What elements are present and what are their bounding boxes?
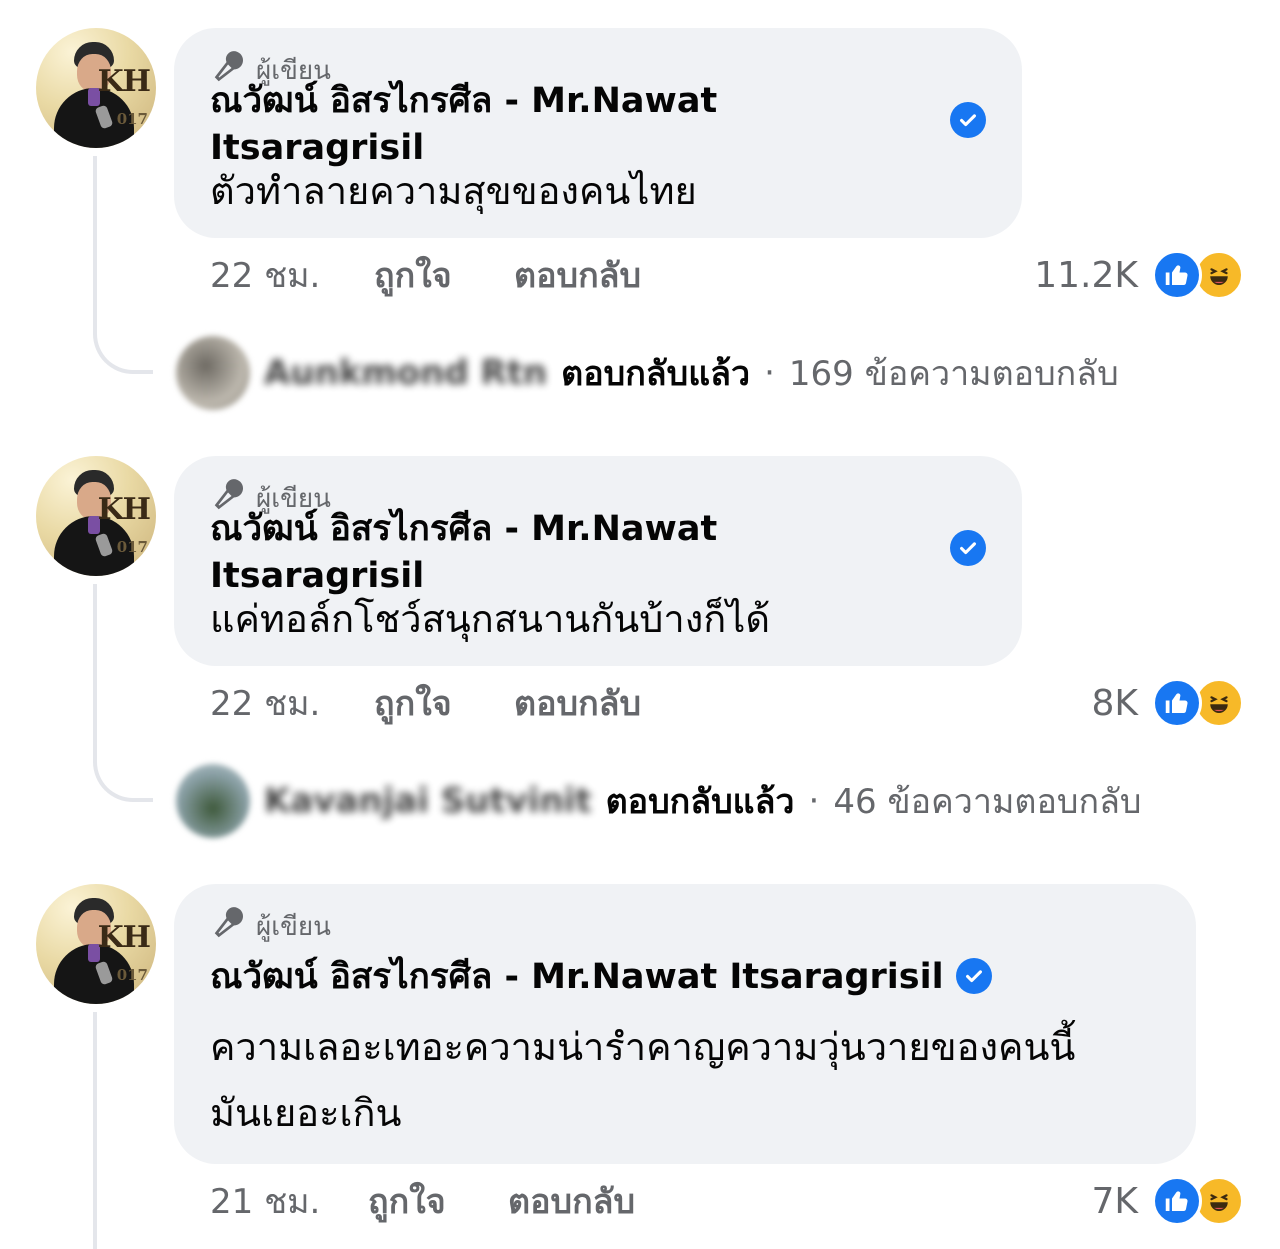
verified-badge-icon	[950, 530, 986, 566]
reply-author-name: Kavanjai Sutvinit	[264, 781, 592, 821]
reply-button[interactable]: ตอบกลับ	[508, 1174, 635, 1228]
avatar[interactable]: KH 017	[36, 28, 156, 148]
avatar-text: KH	[97, 64, 151, 99]
thread-curve	[93, 742, 153, 802]
avatar-year: 017	[116, 966, 148, 984]
reply-avatar	[176, 336, 250, 410]
author-name[interactable]: ณวัฒน์ อิสรไกรศีล - Mr.Nawat Itsaragrisi…	[210, 501, 938, 596]
verified-badge-icon	[955, 958, 992, 994]
reaction-count[interactable]: 8K	[1091, 683, 1138, 724]
avatar-year: 017	[116, 110, 148, 128]
comment-actions: 21 ชม. ถูกใจ ตอบกลับ 7K	[210, 1176, 1244, 1226]
comment-bubble: ผู้เขียน ณวัฒน์ อิสรไกรศีล - Mr.Nawat It…	[174, 28, 1022, 238]
replied-label: ตอบกลับแล้ว	[561, 354, 751, 394]
like-reaction-icon	[1152, 1176, 1202, 1226]
microphone-icon	[210, 904, 248, 949]
like-button[interactable]: ถูกใจ	[368, 1174, 508, 1228]
avatar-text: KH	[97, 920, 151, 955]
reply-button[interactable]: ตอบกลับ	[514, 248, 641, 302]
like-button[interactable]: ถูกใจ	[374, 676, 514, 730]
replies-summary[interactable]: Aunkmond Rtn ตอบกลับแล้ว · 169 ข้อความตอ…	[176, 336, 1119, 410]
comment-actions: 22 ชม. ถูกใจ ตอบกลับ 11.2K	[210, 250, 1244, 300]
author-badge: ผู้เขียน	[210, 906, 1160, 942]
verified-badge-icon	[950, 102, 986, 138]
replied-label: ตอบกลับแล้ว	[605, 782, 795, 822]
reaction-count[interactable]: 11.2K	[1034, 255, 1138, 296]
comment-actions: 22 ชม. ถูกใจ ตอบกลับ 8K	[210, 678, 1244, 728]
avatar-year: 017	[116, 538, 148, 556]
reply-avatar	[176, 764, 250, 838]
comment-text: ความเลอะเทอะความน่ารำคาญความวุ่นวายของคน…	[210, 1014, 1160, 1146]
comment-text-line: มันเยอะเกิน	[210, 1091, 402, 1135]
comment-bubble: ผู้เขียน ณวัฒน์ อิสรไกรศีล - Mr.Nawat It…	[174, 884, 1196, 1164]
separator: ·	[808, 781, 820, 821]
thread-line	[93, 156, 97, 316]
reply-button[interactable]: ตอบกลับ	[514, 676, 641, 730]
replies-summary[interactable]: Kavanjai Sutvinit ตอบกลับแล้ว · 46 ข้อคว…	[176, 764, 1142, 838]
comment-text-line: ความเลอะเทอะความน่ารำคาญความวุ่นวายของคน…	[210, 1025, 1076, 1069]
like-reaction-icon	[1152, 678, 1202, 728]
thread-line	[93, 584, 97, 744]
separator: ·	[764, 353, 775, 393]
like-button[interactable]: ถูกใจ	[374, 248, 514, 302]
timestamp[interactable]: 22 ชม.	[210, 676, 374, 730]
thread-line	[93, 1012, 97, 1249]
reply-count: 169 ข้อความตอบกลับ	[788, 354, 1119, 394]
like-reaction-icon	[1152, 250, 1202, 300]
avatar-text: KH	[97, 492, 151, 527]
thread-curve	[93, 314, 153, 374]
comment-text: แค่ทอล์กโชว์สนุกสนานกันบ้างก็ได้	[210, 597, 771, 641]
reply-count: 46 ข้อความตอบกลับ	[833, 782, 1142, 822]
author-name[interactable]: ณวัฒน์ อิสรไกรศีล - Mr.Nawat Itsaragrisi…	[210, 73, 938, 168]
author-name[interactable]: ณวัฒน์ อิสรไกรศีล - Mr.Nawat Itsaragrisi…	[210, 949, 944, 1004]
comment-text: ตัวทำลายความสุขของคนไทย	[210, 169, 697, 213]
reply-author-name: Aunkmond Rtn	[264, 353, 548, 393]
author-badge-label: ผู้เขียน	[256, 911, 331, 942]
timestamp[interactable]: 21 ชม.	[210, 1174, 368, 1228]
timestamp[interactable]: 22 ชม.	[210, 248, 374, 302]
comment-bubble: ผู้เขียน ณวัฒน์ อิสรไกรศีล - Mr.Nawat It…	[174, 456, 1022, 666]
avatar[interactable]: KH 017	[36, 884, 156, 1004]
comment-thread: KH 017 ผู้เขียน ณวัฒน์ อิสรไกรศีล - Mr.N…	[0, 0, 1280, 1249]
avatar[interactable]: KH 017	[36, 456, 156, 576]
reaction-count[interactable]: 7K	[1091, 1181, 1138, 1222]
